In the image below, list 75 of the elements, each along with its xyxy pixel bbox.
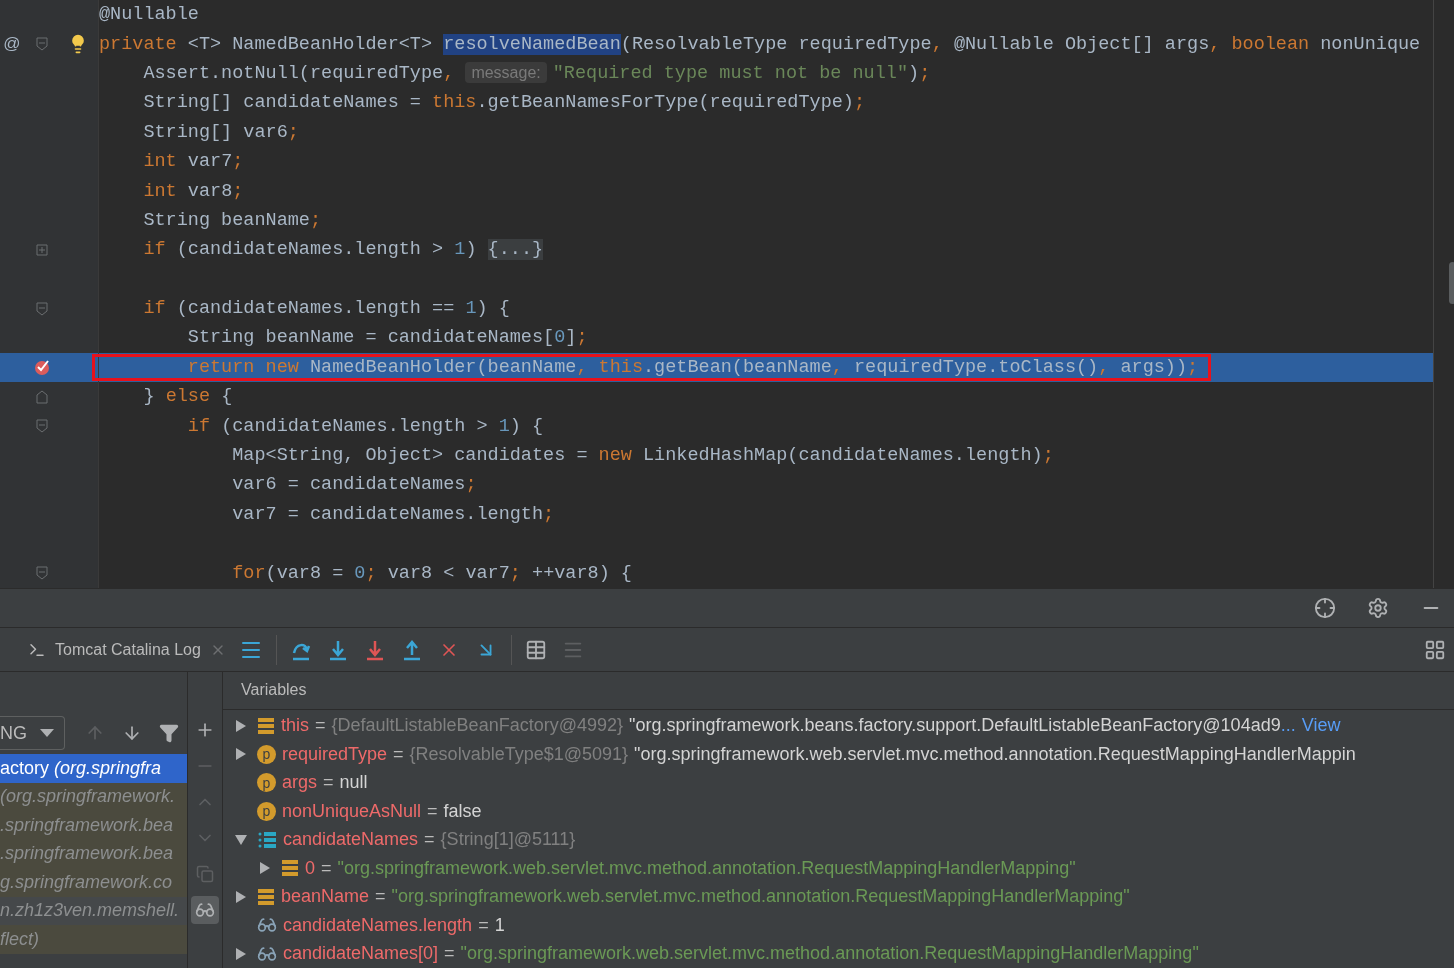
object-reference: {String[1]@5111} xyxy=(440,829,576,851)
field-icon xyxy=(257,716,275,735)
variable-name: 0 xyxy=(305,857,315,879)
stack-frame[interactable]: .springframework.bea xyxy=(0,811,187,840)
code-line: String[] var6; xyxy=(142,120,300,145)
equals-sign: = xyxy=(427,800,438,822)
gutter-symbol: @ xyxy=(3,34,21,54)
array-icon xyxy=(257,829,277,850)
equals-sign: = xyxy=(315,715,326,737)
stack-frame[interactable]: .springframework.bea xyxy=(0,839,187,868)
code-line: var6 = candidateNames; xyxy=(231,473,478,498)
stack-frame[interactable]: (org.springframework. xyxy=(0,782,187,811)
fold-icon[interactable] xyxy=(36,37,48,52)
thread-dropdown[interactable]: NG xyxy=(0,716,65,750)
code-line: String beanName = candidateNames[0]; xyxy=(186,326,589,351)
panel-title: Variables xyxy=(241,681,307,700)
variable-name: args xyxy=(282,772,317,794)
caret-icon xyxy=(40,729,54,737)
glasses-icon[interactable] xyxy=(191,896,219,924)
code-line: String[] candidateNames = this.getBeanNamesForType(requiredType); xyxy=(142,91,867,116)
scrollbar-thumb[interactable] xyxy=(1448,262,1454,304)
field-icon xyxy=(281,859,299,878)
equals-sign: = xyxy=(375,886,386,908)
variable-name: requiredType xyxy=(282,743,388,765)
code-line: for(var8 = 0; var8 < var7; ++var8) { xyxy=(231,561,633,586)
code-line: Map<String, Object> candidates = new LinkedHashMap(candidateNames.length); xyxy=(231,444,1055,469)
variable-value: false xyxy=(443,800,482,822)
variable-name: candidateNames xyxy=(283,829,419,851)
equals-sign: = xyxy=(478,914,489,936)
code-line: String beanName; xyxy=(142,208,323,233)
stack-frame[interactable]: flect) xyxy=(0,925,187,954)
equals-sign: = xyxy=(424,829,435,851)
parameter-icon: p xyxy=(257,801,276,821)
variable-name: candidateNames[0] xyxy=(283,943,439,965)
object-reference: {ResolvableType$1@5091} xyxy=(409,743,629,765)
code-line: int var7; xyxy=(142,150,245,175)
variable-value: "org.springframework.web.servlet.mvc.method.annotation.RequestMappingHandlerMapping" xyxy=(391,886,1130,908)
fold-icon[interactable] xyxy=(36,389,48,404)
variable-name: candidateNames.length xyxy=(283,914,473,936)
view-link[interactable]: View xyxy=(1301,715,1341,737)
variable-value: "org.springframework.web.servlet.mvc.method.annotation.RequestMappingHandlerMappin xyxy=(634,743,1356,765)
code-line: @Nullable xyxy=(98,3,200,28)
equals-sign: = xyxy=(393,743,404,765)
code-line: if (candidateNames.length == 1) { xyxy=(142,297,511,322)
code-line: private <T> NamedBeanHolder<T> resolveNamedBean(ResolvableType requiredType, @Nullable Object[] args, boolean nonUnique xyxy=(98,32,1422,57)
variable-value: "org.springframework.web.servlet.mvc.method.annotation.RequestMappingHandlerMapping" xyxy=(460,943,1199,965)
fold-icon[interactable] xyxy=(36,566,48,581)
code-line: } else { xyxy=(142,385,234,410)
breakpoint-icon[interactable] xyxy=(33,358,51,377)
code-line: if (candidateNames.length > 1) {...} xyxy=(142,238,545,263)
stack-frame[interactable]: actory (org.springfra xyxy=(0,754,187,783)
variable-name: beanName xyxy=(281,886,370,908)
variable-value: null xyxy=(339,772,368,794)
field-icon xyxy=(257,887,275,906)
variable-name: this xyxy=(281,715,309,737)
console-tab[interactable]: Tomcat Catalina Log xyxy=(24,640,230,659)
stack-frame[interactable]: g.springframework.co xyxy=(0,868,187,897)
stack-frame[interactable]: n.zh1z3ven.memshell. xyxy=(0,896,187,925)
code-line: var7 = candidateNames.length; xyxy=(231,502,556,527)
variable-value: "org.springframework.beans.factory.support.DefaultListableBeanFactory@104ad9... xyxy=(629,715,1296,737)
object-reference: {DefaultListableBeanFactory@4992} xyxy=(331,715,623,737)
code-line: int var8; xyxy=(142,179,245,204)
fold-icon[interactable] xyxy=(36,419,48,434)
parameter-icon: p xyxy=(257,773,276,793)
equals-sign: = xyxy=(321,857,332,879)
equals-sign: = xyxy=(444,943,455,965)
variable-name: nonUniqueAsNull xyxy=(282,800,422,822)
parameter-icon: p xyxy=(257,744,276,764)
unfold-icon[interactable] xyxy=(36,243,48,256)
code-line: Assert.notNull(requiredType, message: "Required type must not be null"); xyxy=(142,60,932,86)
variable-value: 1 xyxy=(494,914,505,936)
fold-icon[interactable] xyxy=(36,301,48,316)
code-line: if (candidateNames.length > 1) { xyxy=(186,414,545,439)
variable-value: "org.springframework.web.servlet.mvc.method.annotation.RequestMappingHandlerMapping" xyxy=(337,857,1076,879)
equals-sign: = xyxy=(323,772,334,794)
